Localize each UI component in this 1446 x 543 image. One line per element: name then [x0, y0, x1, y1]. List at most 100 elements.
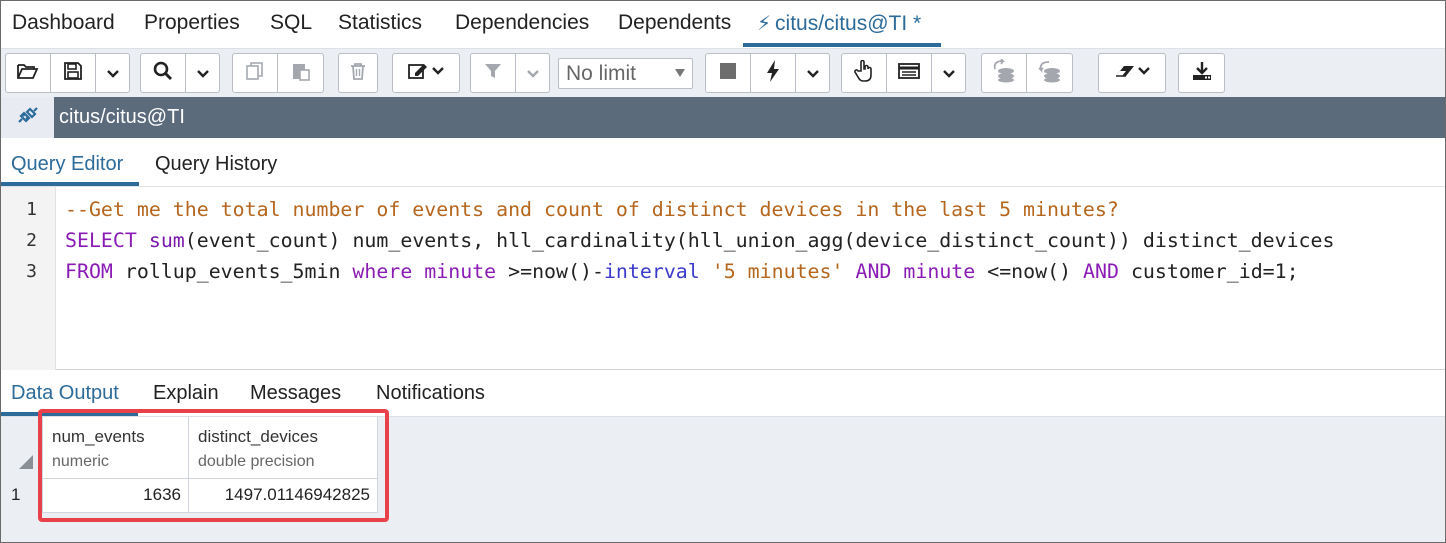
delete-button[interactable]: [339, 54, 377, 92]
tab-query-editor[interactable]: Query Editor: [11, 153, 123, 176]
sql-identifier: distinct_devices: [1130, 229, 1335, 252]
column-type: double precision: [198, 453, 315, 470]
sql-operator: -: [591, 260, 604, 283]
line-number: 2: [26, 230, 37, 251]
tab-messages[interactable]: Messages: [250, 382, 341, 405]
connection-status-button[interactable]: [1, 97, 54, 138]
copy-button[interactable]: [233, 54, 278, 92]
sql-paren: ): [328, 229, 341, 252]
tab-notifications[interactable]: Notifications: [376, 382, 485, 405]
edit-dropdown-button[interactable]: [393, 54, 459, 92]
chevron-down-icon: [806, 63, 820, 84]
tab-properties[interactable]: Properties: [144, 11, 240, 35]
table-cell[interactable]: 1636: [43, 479, 189, 513]
chevron-down-icon: [196, 63, 210, 84]
paste-button[interactable]: [278, 54, 323, 92]
row-number[interactable]: 1: [1, 479, 43, 513]
column-name: num_events: [52, 427, 145, 446]
execute-dropdown-button[interactable]: [796, 54, 829, 92]
code-line-1: --Get me the total number of events and …: [65, 198, 1119, 221]
execute-button[interactable]: [751, 54, 796, 92]
clear-dropdown-button[interactable]: [1099, 54, 1165, 92]
sql-identifier: customer_id=: [1118, 260, 1275, 283]
macros-icon: [898, 62, 920, 84]
filter-dropdown-button[interactable]: [516, 54, 549, 92]
connection-label[interactable]: citus/citus@TI: [59, 106, 185, 129]
find-button[interactable]: [141, 54, 186, 92]
line-number: 3: [26, 261, 37, 282]
sql-identifier: num_events, hll_cardinality: [340, 229, 676, 252]
sql-keyword: AND: [855, 260, 892, 283]
stop-icon: [720, 62, 736, 84]
sql-identifier: hll_union_agg: [687, 229, 844, 252]
tab-dashboard[interactable]: Dashboard: [12, 11, 115, 35]
table-cell[interactable]: 1497.01146942825: [189, 479, 378, 513]
explain-icon: [854, 59, 874, 87]
sql-keyword: interval: [603, 260, 700, 283]
top-tab-bar: Dashboard Properties SQL Statistics Depe…: [1, 1, 1445, 48]
explain-button[interactable]: [842, 54, 887, 92]
paste-icon: [291, 61, 311, 86]
tab-query-tool[interactable]: ⚡︎ citus/citus@TI *: [757, 11, 921, 36]
sql-keyword: minute: [424, 260, 497, 283]
open-file-icon: [17, 62, 39, 85]
tab-statistics[interactable]: Statistics: [338, 11, 422, 35]
explain-button-group: [841, 53, 966, 93]
tab-query-history[interactable]: Query History: [155, 153, 277, 176]
find-icon: [153, 61, 173, 86]
column-header-num-events[interactable]: num_events numeric: [43, 417, 189, 479]
line-number-gutter: 1 2 3: [1, 187, 56, 370]
rollback-icon: [1037, 59, 1063, 88]
commit-button[interactable]: [982, 54, 1027, 92]
sql-identifier: device_distinct_count: [855, 229, 1107, 252]
commit-icon: [991, 57, 1017, 88]
line-number: 1: [26, 199, 37, 220]
delete-icon: [350, 62, 366, 85]
column-type: numeric: [52, 453, 109, 470]
code-line-2: SELECT sum(event_count) num_events, hll_…: [65, 229, 1334, 252]
stop-button[interactable]: [706, 54, 751, 92]
sql-keyword: FROM: [65, 260, 113, 283]
connection-status-icon: [16, 104, 40, 131]
connection-bar: citus/citus@TI: [1, 97, 1445, 138]
filter-button-group: [470, 53, 550, 93]
column-header-distinct-devices[interactable]: distinct_devices double precision: [189, 417, 378, 479]
tab-dependents[interactable]: Dependents: [618, 11, 731, 35]
editor-tab-bar: Query Editor Query History: [1, 138, 1445, 187]
query-tool-window: Dashboard Properties SQL Statistics Depe…: [0, 0, 1446, 543]
find-dropdown-button[interactable]: [186, 54, 219, 92]
open-file-button[interactable]: [6, 54, 51, 92]
macros-button[interactable]: [887, 54, 932, 92]
row-limit-select[interactable]: No limit: [558, 58, 693, 89]
sql-paren: (: [184, 229, 197, 252]
sql-paren: (): [568, 260, 592, 283]
clear-button-group: [1098, 53, 1166, 93]
data-output-grid: num_events numeric distinct_devices doub…: [1, 417, 1445, 542]
sql-comment: --Get me the total number of events and …: [65, 198, 1119, 221]
macros-dropdown-button[interactable]: [932, 54, 965, 92]
rollback-button[interactable]: [1027, 54, 1072, 92]
active-tab-indicator: [743, 43, 941, 47]
sql-function: sum: [148, 229, 185, 252]
sql-editor[interactable]: 1 2 3 --Get me the total number of event…: [1, 187, 1445, 370]
transaction-button-group: [981, 53, 1073, 93]
tab-data-output[interactable]: Data Output: [11, 382, 119, 405]
sql-paren: )): [1106, 229, 1131, 252]
select-all-cell[interactable]: [1, 417, 43, 479]
save-dropdown-button[interactable]: [96, 54, 129, 92]
chevron-down-icon: [942, 63, 956, 84]
select-caret-icon: [675, 69, 685, 77]
tab-explain[interactable]: Explain: [153, 382, 219, 405]
file-button-group: [5, 53, 130, 93]
sql-keyword: where: [352, 260, 413, 283]
sql-string: '5 minutes': [711, 260, 844, 283]
edit-icon: [408, 62, 444, 85]
save-button[interactable]: [51, 54, 96, 92]
tab-dependencies[interactable]: Dependencies: [455, 11, 589, 35]
save-icon: [64, 61, 82, 85]
sql-paren: (: [843, 229, 856, 252]
download-button[interactable]: [1179, 54, 1224, 92]
sql-keyword: minute: [903, 260, 976, 283]
filter-button[interactable]: [471, 54, 516, 92]
tab-sql[interactable]: SQL: [270, 11, 312, 35]
